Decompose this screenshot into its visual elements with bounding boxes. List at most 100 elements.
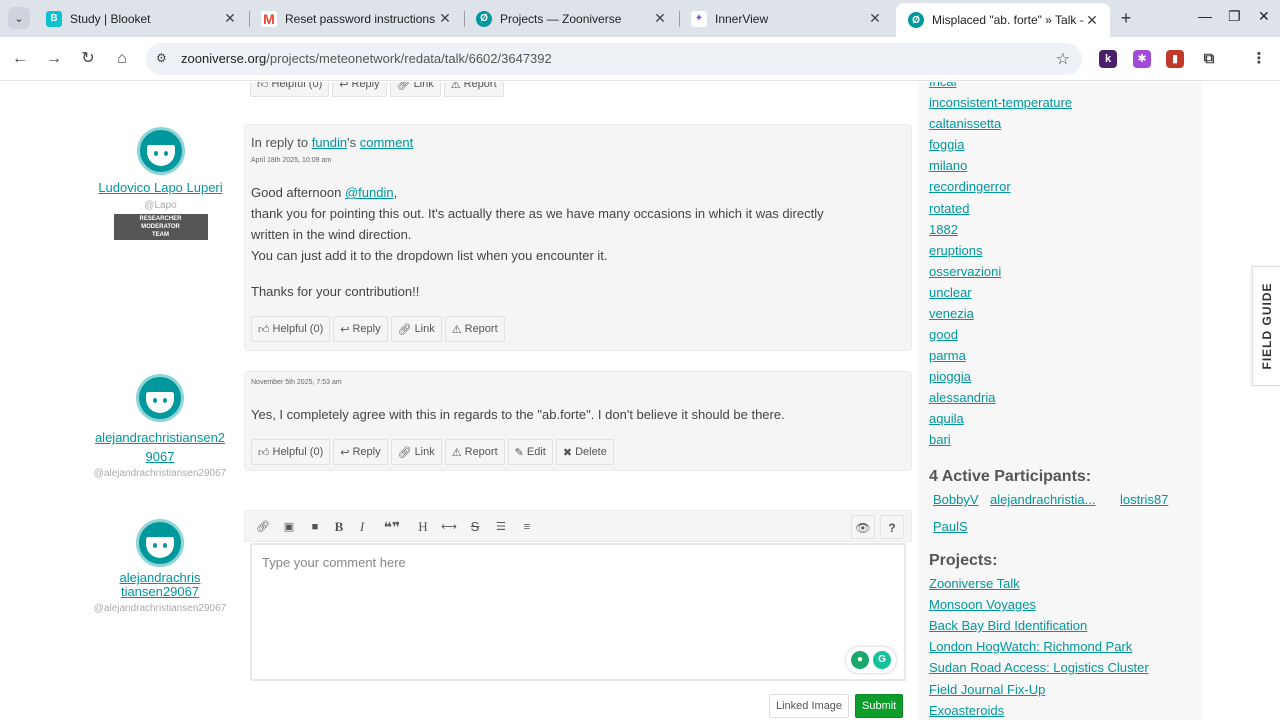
close-tab-icon[interactable]: ✕ — [222, 10, 238, 27]
close-window-icon[interactable]: ✕ — [1258, 8, 1270, 25]
report-button[interactable]: ⚠ Report — [444, 439, 505, 465]
new-tab-icon[interactable]: + — [1116, 8, 1136, 28]
author-name-link[interactable]: alejandrachristiansen2 9067 — [80, 428, 240, 466]
project-link[interactable]: London HogWatch: Richmond Park — [929, 639, 1132, 654]
tag-link[interactable]: 1882 — [929, 222, 958, 237]
tag-link[interactable]: eruptions — [929, 243, 982, 258]
project-link[interactable]: Exoasteroids — [929, 703, 1004, 718]
help-question-icon[interactable]: ? — [880, 515, 904, 539]
reply-comment-link[interactable]: comment — [360, 135, 413, 150]
tag-link[interactable]: venezia — [929, 306, 974, 321]
grammarly-widget[interactable]: ● G — [846, 647, 896, 673]
link-button[interactable]: 🔗︎ Link — [390, 316, 442, 342]
home-icon[interactable]: ⌂ — [110, 47, 134, 71]
browser-tab-innerview[interactable]: ✦ InnerView ✕ — [679, 0, 893, 37]
helpful-button[interactable]: 👍︎ Helpful (0) — [251, 439, 331, 465]
tag-link[interactable]: pioggia — [929, 369, 971, 384]
back-arrow-icon[interactable]: ← — [8, 47, 32, 71]
submit-button[interactable]: Submit — [855, 694, 904, 718]
tag-link[interactable]: alessandria — [929, 390, 996, 405]
close-tab-icon[interactable]: ✕ — [1084, 12, 1100, 29]
tag-link[interactable]: parma — [929, 348, 966, 363]
tag-link[interactable]: foggia — [929, 137, 964, 152]
project-link[interactable]: Back Bay Bird Identification — [929, 618, 1087, 633]
project-link[interactable]: Field Journal Fix-Up — [929, 682, 1045, 697]
link-button[interactable]: 🔗︎ Link — [389, 82, 441, 97]
report-button[interactable]: ⚠ Report — [443, 82, 504, 97]
report-button[interactable]: ⚠ Report — [444, 316, 505, 342]
heading-icon[interactable]: H — [414, 518, 432, 536]
extensions-puzzle-icon[interactable]: ⧉ — [1200, 50, 1218, 68]
grammarly-bulb-icon[interactable]: ● — [851, 651, 869, 669]
browser-tab-blooket[interactable]: B Study | Blooket ✕ — [34, 0, 248, 37]
participant-link[interactable]: lostris87 — [1120, 492, 1168, 507]
tab-search-icon[interactable]: ⌄ — [8, 7, 30, 29]
numbered-list-icon[interactable]: ≡ — [518, 518, 536, 536]
project-link[interactable]: Monsoon Voyages — [929, 597, 1036, 612]
browser-menu-icon[interactable]: ⋮ — [1250, 50, 1268, 68]
tag-link[interactable]: osservazioni — [929, 264, 1001, 279]
edit-button[interactable]: ✎ Edit — [507, 439, 553, 465]
link-button[interactable]: 🔗︎ Link — [390, 439, 442, 465]
field-guide-tab[interactable]: FIELD GUIDE — [1252, 266, 1280, 386]
bold-icon[interactable]: B — [330, 518, 348, 536]
avatar[interactable] — [136, 374, 184, 422]
bookmark-star-icon[interactable]: ☆ — [1056, 49, 1070, 69]
tag-link[interactable]: inconsistent-temperature — [929, 95, 1072, 110]
strikethrough-icon[interactable]: S — [466, 518, 484, 536]
participant-link[interactable]: alejandrachristia... — [990, 492, 1096, 507]
comment-textarea[interactable]: Type your comment here ● G — [250, 543, 906, 681]
close-tab-icon[interactable]: ✕ — [867, 10, 883, 27]
reply-user-link[interactable]: fundin — [312, 135, 347, 150]
delete-button[interactable]: ✖ Delete — [555, 439, 614, 465]
tag-link[interactable]: rotated — [929, 201, 969, 216]
browser-tab-zooniverse-projects[interactable]: Ø Projects — Zooniverse ✕ — [464, 0, 678, 37]
avatar[interactable] — [136, 519, 184, 567]
puzzle-extension-icon[interactable]: ✱ — [1133, 50, 1151, 68]
kahoot-extension-icon[interactable]: k — [1099, 50, 1117, 68]
project-link[interactable]: Sudan Road Access: Logistics Cluster — [929, 660, 1149, 675]
participant-link[interactable]: BobbyV — [933, 492, 979, 507]
mention-link[interactable]: @fundin — [345, 185, 394, 200]
tag-link[interactable]: milano — [929, 158, 967, 173]
horizontal-rule-icon[interactable]: ⟷ — [440, 518, 458, 536]
author-name-link[interactable]: Ludovico Lapo Luperi — [88, 180, 233, 196]
quote-icon[interactable]: ❝❞ — [379, 518, 405, 536]
preview-eye-icon[interactable]: 👁︎ — [851, 515, 875, 539]
tag-link[interactable]: unclear — [929, 285, 972, 300]
helpful-button[interactable]: 👍︎ Helpful (0) — [250, 82, 330, 97]
project-link[interactable]: Zooniverse Talk — [929, 576, 1020, 591]
bullet-list-icon[interactable]: ☰ — [492, 518, 510, 536]
restore-icon[interactable]: ❐ — [1228, 8, 1241, 25]
reply-button[interactable]: ↩ Reply — [332, 82, 387, 97]
insert-video-icon[interactable]: ■ — [306, 518, 324, 536]
avatar[interactable] — [136, 127, 185, 175]
tag-link[interactable]: good — [929, 327, 958, 342]
tag-link[interactable]: fncal — [929, 82, 956, 89]
grammarly-g-icon[interactable]: G — [873, 651, 891, 669]
participant-link[interactable]: PaulS — [933, 519, 968, 534]
minimize-icon[interactable]: — — [1198, 8, 1212, 24]
book-extension-icon[interactable]: ▮ — [1166, 50, 1184, 68]
close-tab-icon[interactable]: ✕ — [652, 10, 668, 27]
linked-image-button[interactable]: Linked Image — [769, 694, 850, 718]
insert-link-icon[interactable]: 🔗︎ — [254, 518, 272, 536]
tag-link[interactable]: aquila — [929, 411, 964, 426]
url-text[interactable]: zooniverse.org/projects/meteonetwork/red… — [181, 51, 552, 66]
reply-button[interactable]: ↩ Reply — [333, 439, 388, 465]
close-tab-icon[interactable]: ✕ — [437, 10, 453, 27]
tag-link[interactable]: bari — [929, 432, 951, 447]
forward-arrow-icon[interactable]: → — [42, 47, 66, 71]
reload-icon[interactable]: ↻ — [76, 47, 100, 71]
browser-tab-talk-active[interactable]: Ø Misplaced "ab. forte" » Talk - ✕ — [896, 3, 1110, 37]
author-name-link[interactable]: alejandrachris tiansen29067 — [80, 571, 240, 599]
italic-icon[interactable]: I — [353, 518, 371, 536]
browser-tab-gmail[interactable]: M Reset password instructions - ✕ — [249, 0, 463, 37]
insert-image-icon[interactable]: ▣ — [280, 518, 298, 536]
reply-button[interactable]: ↩ Reply — [333, 316, 388, 342]
helpful-button[interactable]: 👍︎ Helpful (0) — [251, 316, 331, 342]
address-bar[interactable]: ⚙ zooniverse.org/projects/meteonetwork/r… — [146, 43, 1082, 75]
tag-link[interactable]: recordingerror — [929, 179, 1011, 194]
site-info-icon[interactable]: ⚙ — [156, 51, 167, 65]
tag-link[interactable]: caltanissetta — [929, 116, 1001, 131]
